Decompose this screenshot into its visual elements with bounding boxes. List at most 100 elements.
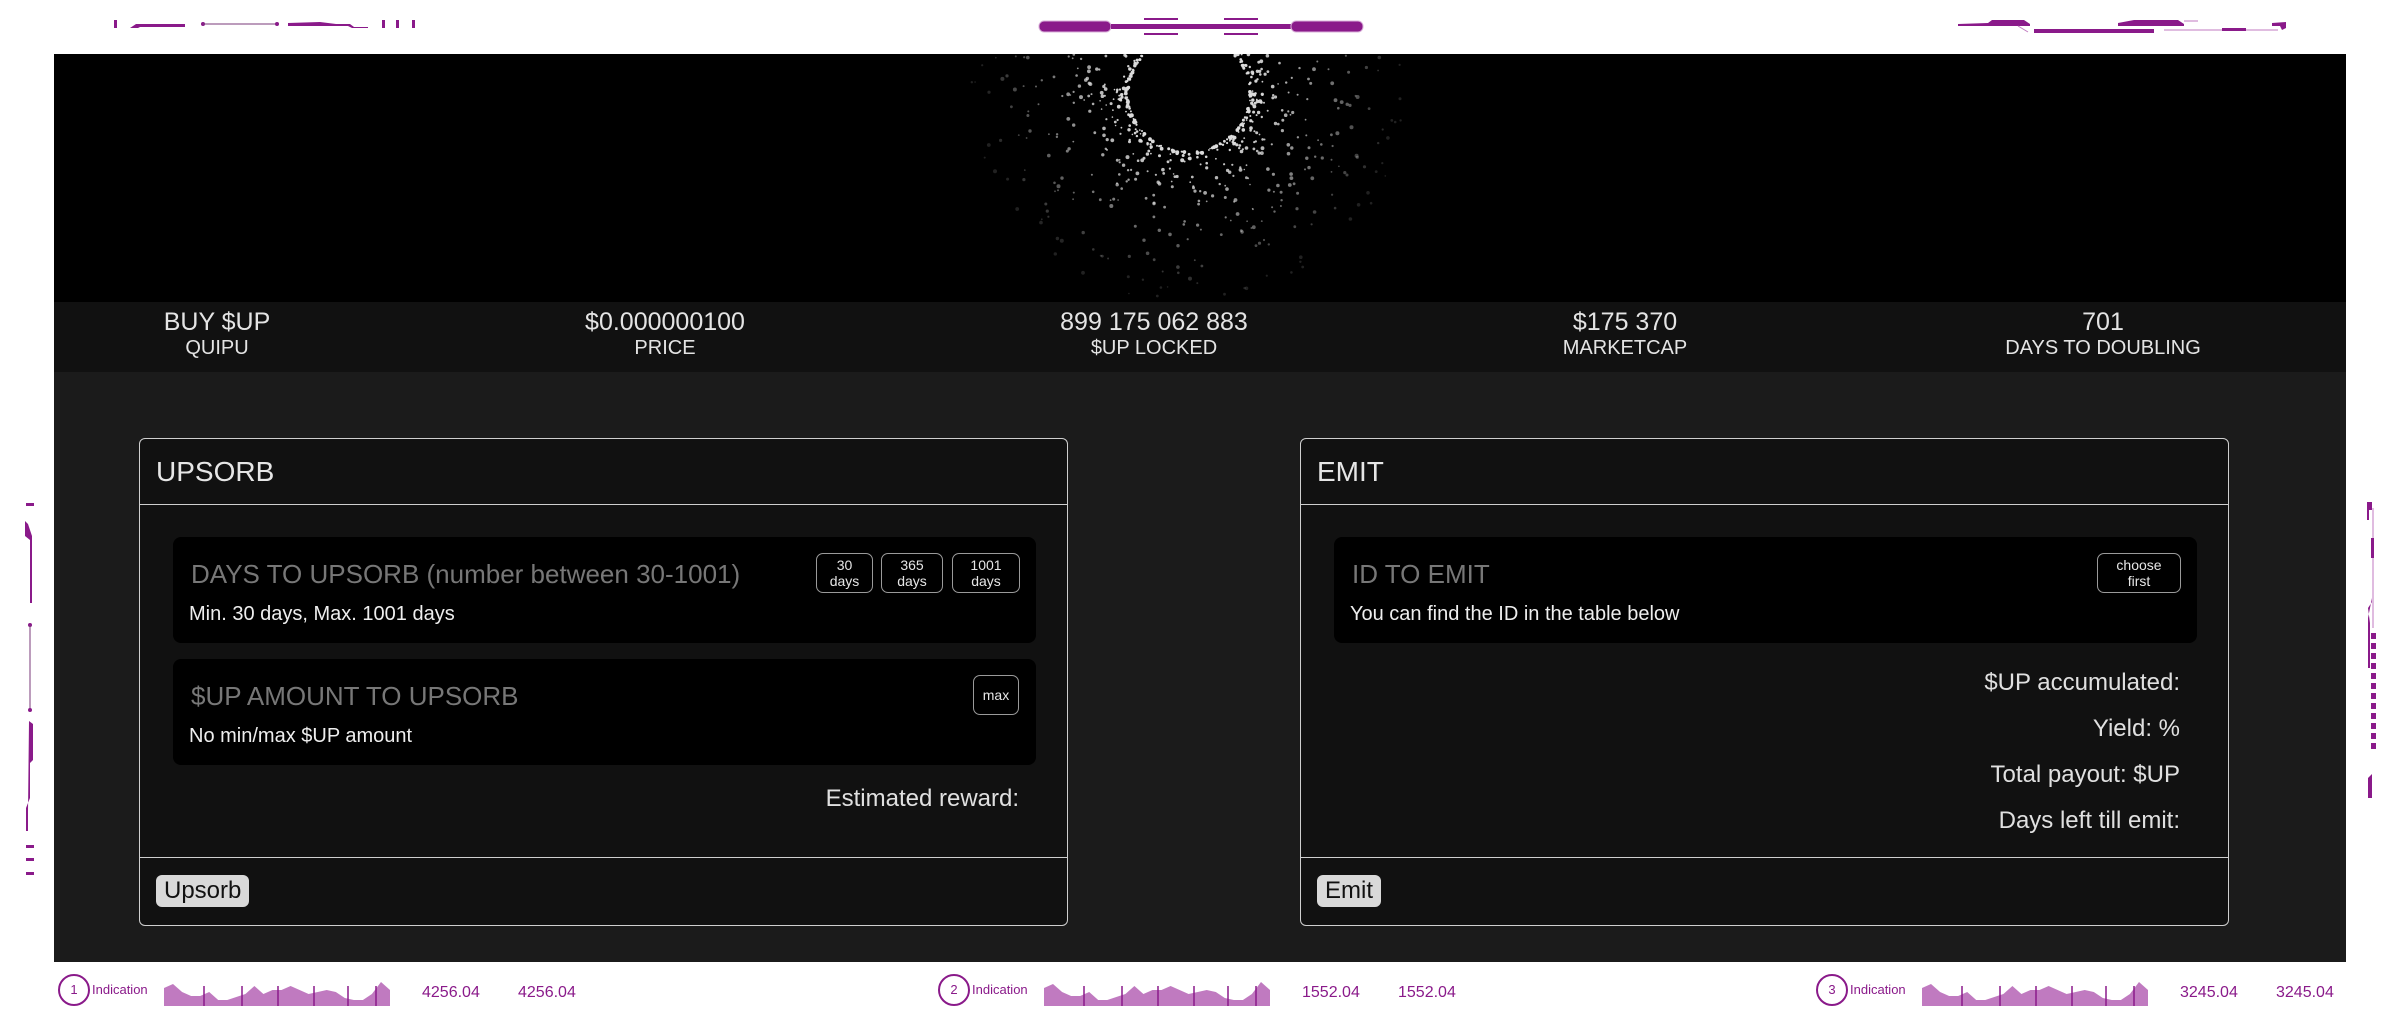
decor-left: [25, 503, 34, 875]
particle: [1152, 258, 1156, 262]
indicator-value-1: 4256.04: [422, 984, 480, 1001]
particle: [1250, 75, 1253, 79]
particle: [1103, 94, 1106, 97]
up-accumulated: $UP accumulated:: [1984, 669, 2180, 696]
upsorb-footer: Upsorb: [140, 857, 1067, 925]
particle: [1118, 173, 1121, 176]
particle: [1027, 110, 1030, 113]
particle: [1161, 167, 1165, 172]
particle: [1166, 160, 1170, 164]
indicator-value-2: 3245.04: [2276, 984, 2334, 1001]
particle: [1200, 264, 1204, 268]
particle: [1312, 210, 1317, 214]
upsorb-button[interactable]: Upsorb: [156, 875, 250, 907]
particle: [1125, 100, 1130, 104]
up-amount-input[interactable]: $UP AMOUNT TO UPSORB No min/max $UP amou…: [173, 659, 1036, 765]
particle: [1023, 56, 1026, 59]
particle: [1261, 80, 1264, 83]
particle: [1327, 68, 1330, 71]
preset-1001-bottom: days: [971, 573, 1001, 589]
particle: [1128, 124, 1131, 127]
particle: [1260, 67, 1263, 71]
particle: [1125, 105, 1129, 109]
particle: [1218, 182, 1221, 186]
particle: [1330, 171, 1333, 173]
particle: [1295, 207, 1299, 211]
particle: [1296, 136, 1300, 139]
particle: [1072, 54, 1076, 56]
particle: [1134, 62, 1138, 66]
particle: [1181, 154, 1185, 157]
particle: [1307, 146, 1311, 150]
stat-price-value: $0.000000100: [585, 308, 745, 336]
total-payout: Total payout: $UP: [1990, 761, 2180, 788]
particle: [1309, 81, 1313, 85]
particle: [1118, 94, 1121, 97]
particle: [1354, 153, 1359, 158]
decor-top-center: [1038, 18, 1364, 35]
particle: [1257, 241, 1262, 245]
decor-right: [2367, 502, 2376, 798]
particle: [1154, 173, 1157, 176]
particle: [1199, 190, 1202, 193]
max-button[interactable]: max: [973, 675, 1019, 715]
particle: [1125, 110, 1127, 113]
particle: [1149, 143, 1152, 146]
particle: [1244, 286, 1249, 291]
particle: [1099, 90, 1104, 95]
particle: [1280, 199, 1283, 202]
id-to-emit-input[interactable]: ID TO EMIT You can find the ID in the ta…: [1334, 537, 2197, 643]
stat-buy-value: BUY $UP: [163, 308, 271, 336]
particle: [1028, 129, 1032, 133]
particle: [1116, 104, 1121, 109]
particle: [1249, 183, 1251, 186]
particle: [1199, 163, 1202, 166]
particle: [1307, 77, 1310, 81]
particle: [1130, 168, 1133, 171]
particle: [1253, 130, 1256, 133]
preset-1001-days-button[interactable]: 1001 days: [952, 553, 1020, 593]
preset-30-days-button[interactable]: 30 days: [816, 553, 873, 593]
particle: [1189, 181, 1192, 184]
stat-price: $0.000000100 PRICE: [585, 308, 745, 360]
particle: [1254, 244, 1258, 248]
days-to-upsorb-input[interactable]: DAYS TO UPSORB (number between 30-1001) …: [173, 537, 1036, 643]
particle: [1193, 189, 1197, 193]
particle: [1135, 58, 1139, 62]
choose-first-button[interactable]: choose first: [2097, 553, 2181, 593]
particle: [1243, 168, 1246, 171]
particle: [1272, 190, 1275, 193]
particle: [1257, 60, 1261, 64]
particle: [1354, 94, 1357, 97]
particle: [1265, 54, 1270, 58]
particle: [1245, 116, 1249, 119]
particle: [1219, 233, 1223, 237]
particle: [1158, 154, 1161, 158]
emit-button[interactable]: Emit: [1317, 875, 1381, 907]
particle: [1232, 135, 1237, 140]
particle: [1215, 157, 1217, 160]
stat-buy[interactable]: BUY $UP QUIPU: [164, 308, 271, 360]
particle: [1314, 155, 1317, 158]
particle: [1285, 81, 1288, 84]
particle: [1248, 82, 1251, 86]
estimated-reward: Estimated reward:: [825, 785, 1019, 812]
yield: Yield: %: [2092, 715, 2180, 742]
id-placeholder: ID TO EMIT: [1352, 559, 1490, 589]
preset-365-days-button[interactable]: 365 days: [881, 553, 943, 593]
particle: [1152, 215, 1156, 219]
particle: [1128, 292, 1130, 295]
particle: [1287, 91, 1290, 94]
indicator-value-1: 1552.04: [1302, 984, 1360, 1001]
preset-30-top: 30: [836, 557, 853, 573]
particle: [1331, 193, 1334, 196]
particle: [1173, 151, 1175, 154]
particle: [1348, 217, 1353, 221]
particle: [1109, 199, 1112, 202]
particle: [1055, 135, 1059, 139]
particle: [1072, 191, 1075, 194]
particle: [1381, 128, 1384, 131]
indicator-label: Indication: [972, 982, 1028, 997]
particle: [1057, 189, 1059, 192]
particle: [1289, 176, 1294, 180]
